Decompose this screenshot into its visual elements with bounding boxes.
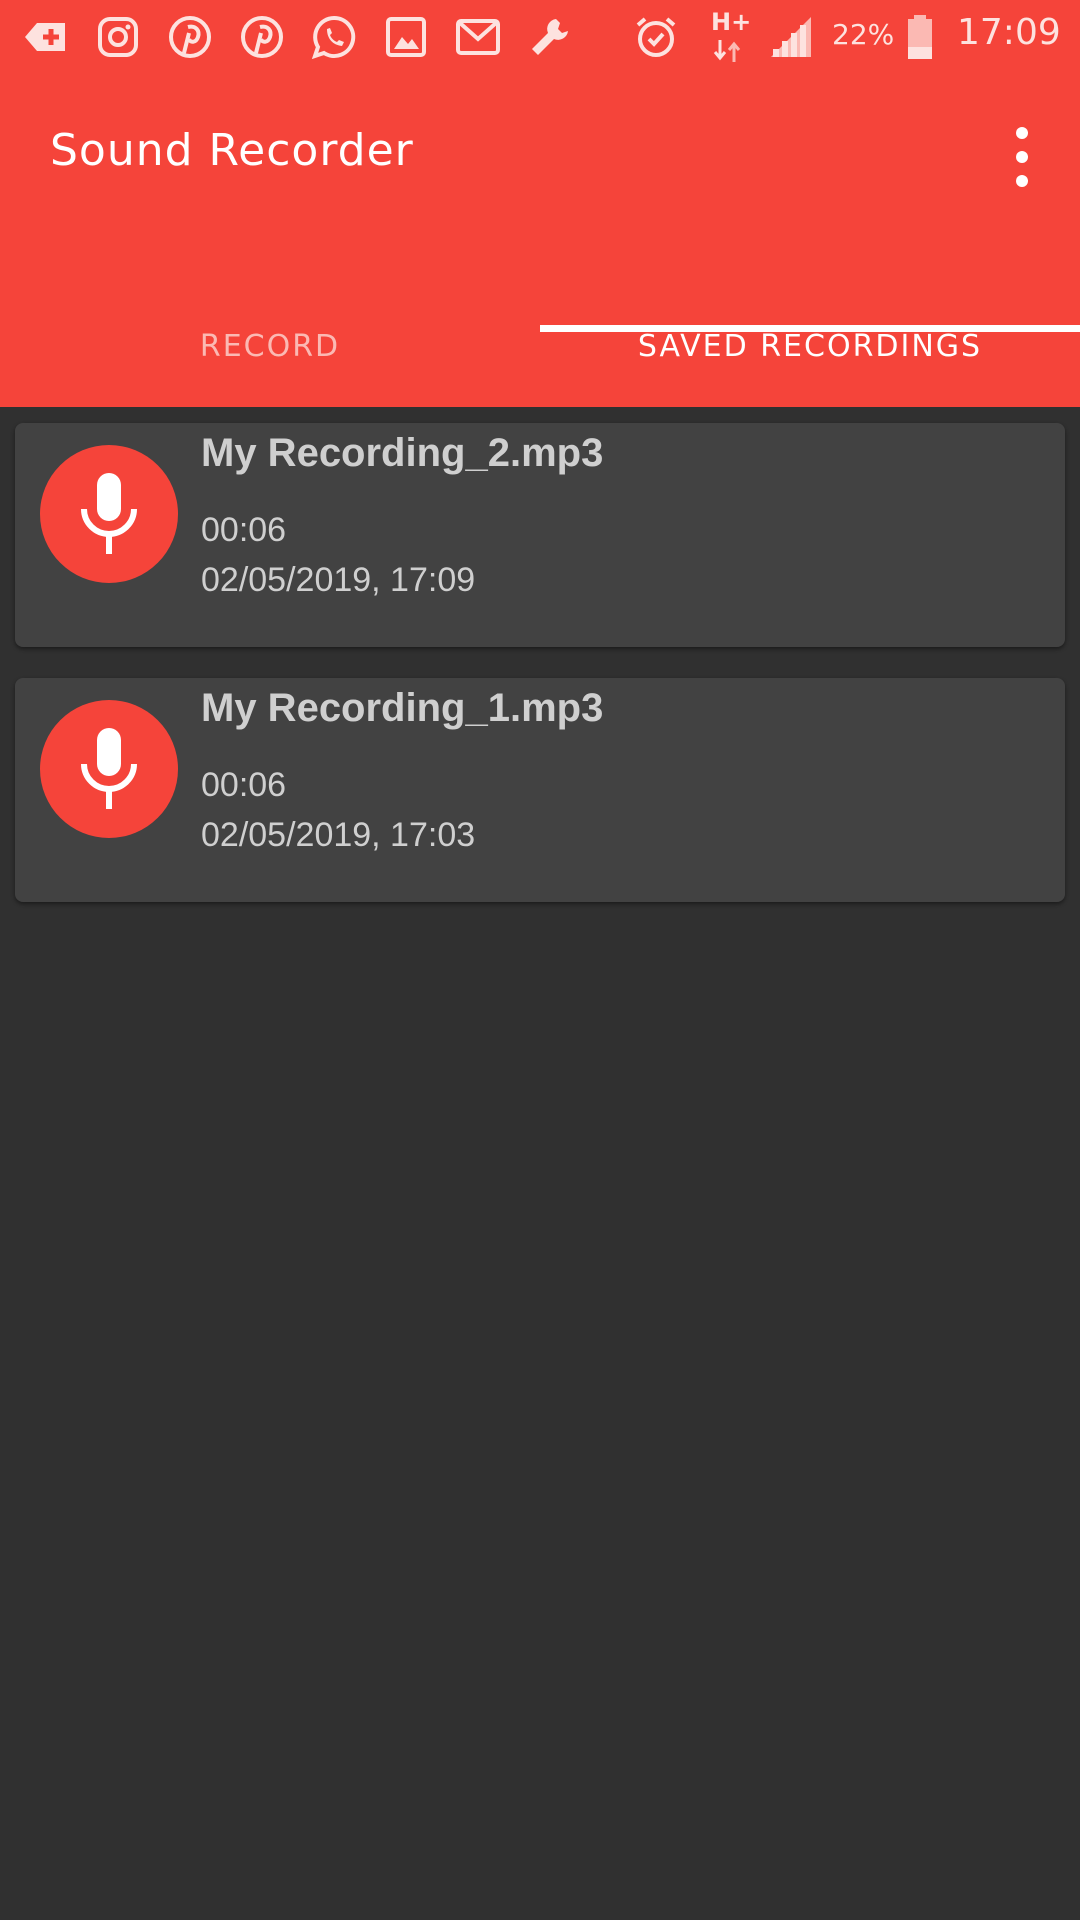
pinterest-icon bbox=[237, 12, 287, 62]
wrench-icon bbox=[525, 12, 575, 62]
add-tag-icon bbox=[20, 12, 70, 62]
tab-bar: RECORD SAVED RECORDINGS bbox=[0, 285, 1080, 407]
whatsapp-icon bbox=[309, 12, 359, 62]
app-bar: Sound Recorder RECORD SAVED RECORDINGS bbox=[0, 75, 1080, 407]
overflow-menu-button[interactable] bbox=[1002, 127, 1042, 187]
recording-name: My Recording_1.mp3 bbox=[201, 686, 604, 730]
recording-duration: 00:06 bbox=[201, 766, 287, 804]
battery-percent: 22% bbox=[832, 18, 895, 51]
mic-avatar bbox=[40, 445, 178, 583]
tab-indicator bbox=[540, 325, 1080, 332]
dot-icon bbox=[1016, 127, 1028, 139]
network-type-label: H+ bbox=[711, 8, 752, 36]
clock: 17:09 bbox=[957, 12, 1061, 53]
app-title: Sound Recorder bbox=[50, 125, 414, 176]
list-item[interactable]: My Recording_1.mp3 00:06 02/05/2019, 17:… bbox=[15, 678, 1065, 902]
recording-date: 02/05/2019, 17:03 bbox=[201, 816, 476, 854]
status-bar: H+ 22% 17:09 bbox=[0, 0, 1080, 75]
dot-icon bbox=[1016, 175, 1028, 187]
microphone-icon bbox=[81, 473, 137, 554]
gmail-icon bbox=[453, 12, 503, 62]
network-type-icon bbox=[712, 38, 742, 64]
recording-duration: 00:06 bbox=[201, 511, 287, 549]
list-item[interactable]: My Recording_2.mp3 00:06 02/05/2019, 17:… bbox=[15, 423, 1065, 647]
gallery-icon bbox=[381, 12, 431, 62]
tab-record[interactable]: RECORD bbox=[0, 285, 540, 407]
dot-icon bbox=[1016, 151, 1028, 163]
battery-icon bbox=[895, 12, 945, 62]
mic-avatar bbox=[40, 700, 178, 838]
pinterest-icon bbox=[165, 12, 215, 62]
microphone-icon bbox=[81, 728, 137, 809]
signal-icon bbox=[766, 12, 816, 62]
tab-saved-recordings[interactable]: SAVED RECORDINGS bbox=[540, 285, 1080, 407]
recording-name: My Recording_2.mp3 bbox=[201, 431, 604, 475]
instagram-icon bbox=[93, 12, 143, 62]
alarm-icon bbox=[631, 12, 681, 62]
recording-date: 02/05/2019, 17:09 bbox=[201, 561, 476, 599]
